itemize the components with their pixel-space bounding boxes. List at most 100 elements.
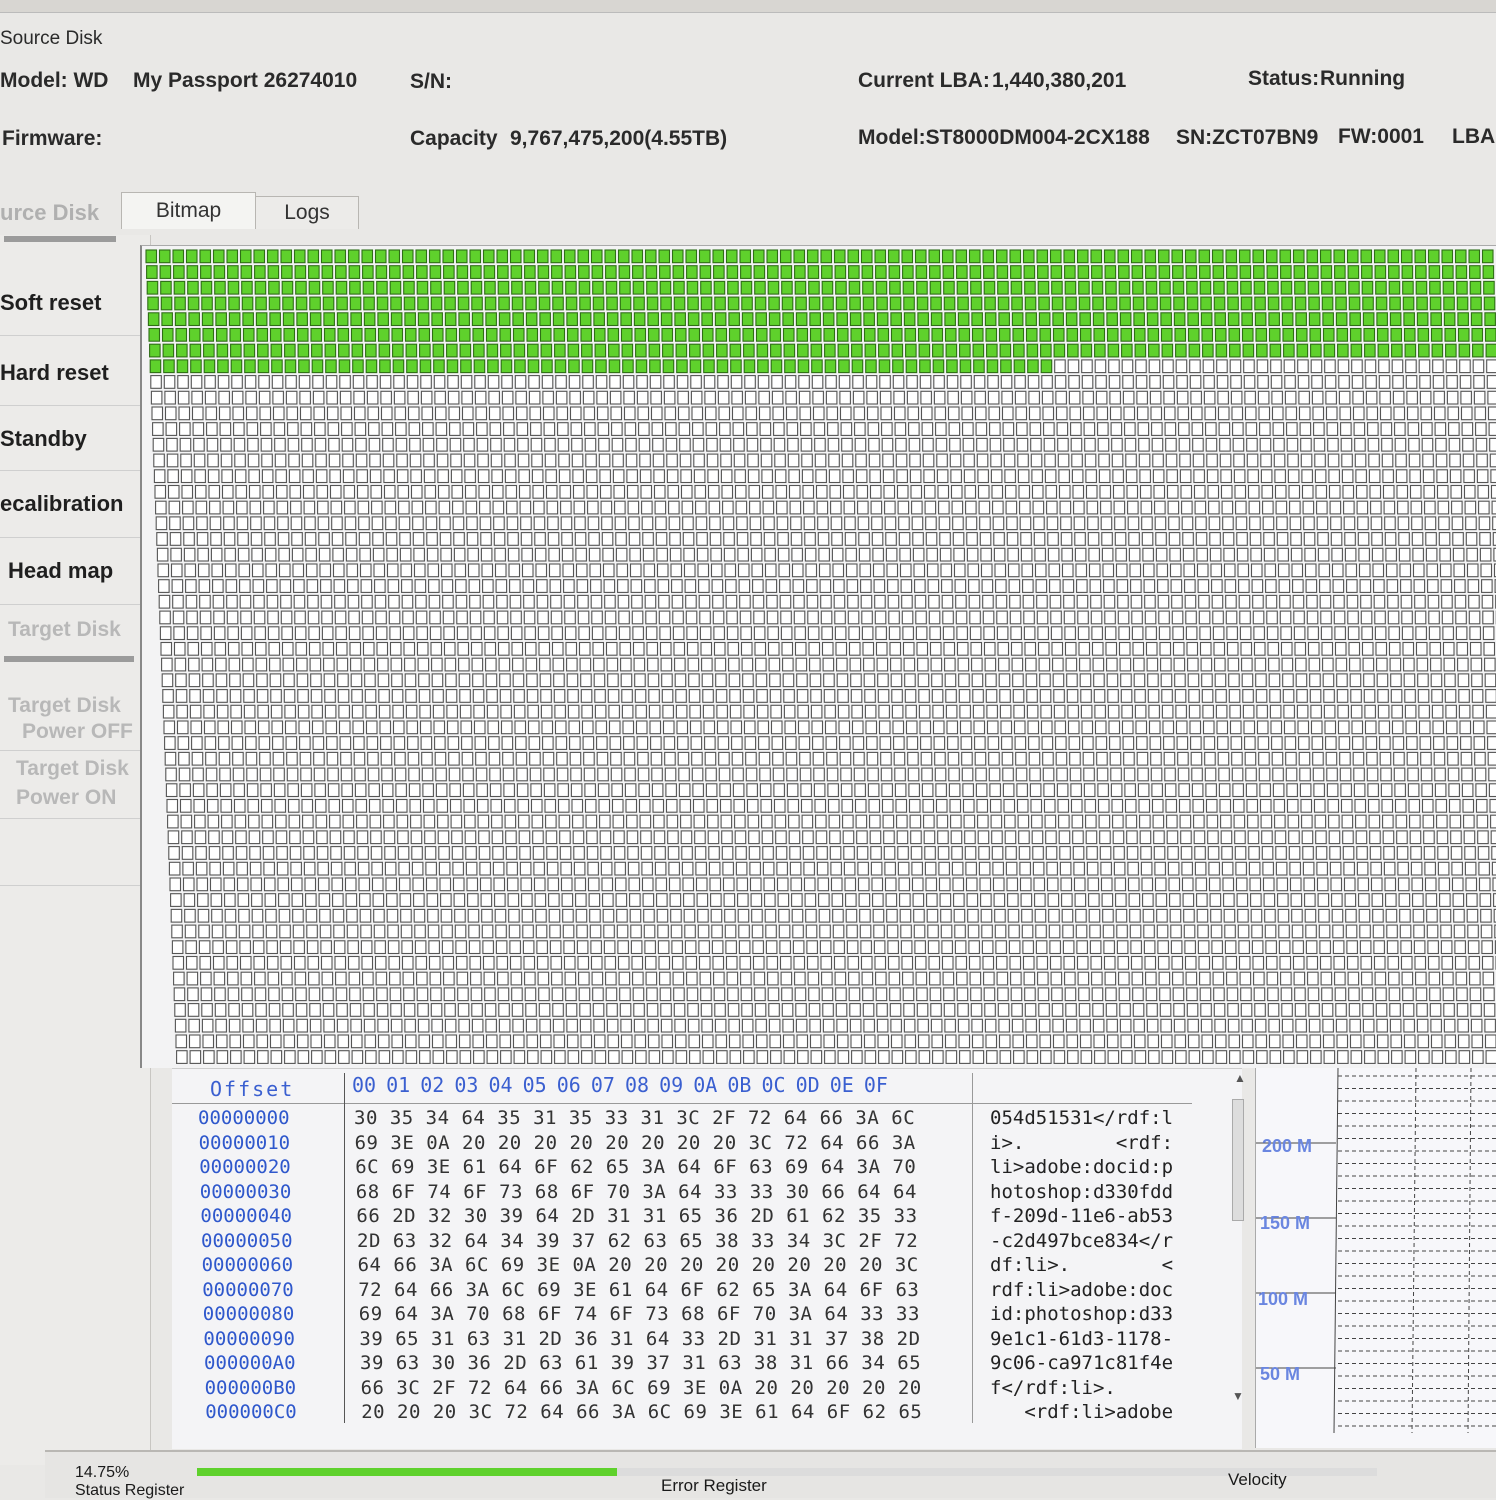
bitmap-block	[367, 721, 378, 734]
bitmap-block	[1484, 1004, 1495, 1017]
bitmap-block	[269, 1004, 280, 1017]
bitmap-block	[1076, 564, 1087, 577]
bitmap-block	[493, 862, 504, 875]
target-power-on-button-line1[interactable]: Target Disk	[16, 757, 156, 781]
bitmap-block	[541, 329, 552, 342]
bitmap-block	[1124, 768, 1135, 781]
target-power-on-button-line2[interactable]: Power ON	[16, 786, 156, 810]
bitmap-block	[1380, 752, 1391, 765]
tab-logs[interactable]: Logs	[255, 196, 359, 229]
bitmap-block	[550, 580, 561, 593]
bitmap-block	[1483, 627, 1494, 640]
bitmap-block	[1410, 470, 1421, 483]
bitmap-block	[282, 627, 293, 640]
bitmap-block	[753, 595, 764, 608]
bitmap-block	[891, 658, 902, 671]
target-power-off-button-line1[interactable]: Target Disk	[8, 694, 148, 718]
bitmap-block	[902, 611, 913, 624]
bitmap-block	[362, 595, 373, 608]
bitmap-block	[985, 1004, 996, 1017]
bitmap-block	[1011, 281, 1022, 294]
bitmap-block	[995, 925, 1006, 938]
bitmap-block	[415, 580, 426, 593]
bitmap-block	[750, 501, 761, 514]
bitmap-block	[889, 972, 900, 985]
bitmap-block	[1400, 925, 1411, 938]
bitmap-block	[1378, 329, 1389, 342]
bitmap-block	[1171, 925, 1182, 938]
bitmap-block	[881, 752, 892, 765]
bitmap-block	[238, 878, 249, 891]
bitmap-block	[567, 313, 578, 326]
bitmap-block	[778, 878, 789, 891]
bitmap-block	[188, 988, 199, 1001]
head-map-button[interactable]: Head map	[8, 558, 148, 584]
bitmap-block	[457, 627, 468, 640]
bitmap-block	[727, 972, 738, 985]
bitmap-block	[1186, 250, 1197, 263]
bitmap-block	[501, 344, 512, 357]
bitmap-block	[390, 266, 401, 279]
bitmap-block	[172, 941, 183, 954]
bitmap-block	[1356, 470, 1367, 483]
tab-bitmap[interactable]: Bitmap	[121, 192, 256, 229]
bitmap-block	[328, 768, 339, 781]
bitmap-block	[196, 847, 207, 860]
bitmap-block	[1193, 800, 1204, 813]
bitmap-block	[506, 486, 517, 499]
bitmap-block	[561, 862, 572, 875]
bitmap-block	[1053, 674, 1064, 687]
bitmap-block	[213, 580, 224, 593]
bitmap-block	[790, 486, 801, 499]
bitmap-block	[457, 957, 468, 970]
bitmap-block	[208, 470, 219, 483]
bitmap-block	[833, 925, 844, 938]
bitmap-block	[541, 705, 552, 718]
soft-reset-button[interactable]: Soft reset	[0, 290, 140, 316]
bitmap-block	[561, 501, 572, 514]
bitmap-block	[1326, 752, 1337, 765]
bitmap-block	[1210, 548, 1221, 561]
bitmap-block	[389, 611, 400, 624]
bitmap-block	[271, 329, 282, 342]
bitmap-block	[1134, 674, 1145, 687]
bitmap-block	[777, 517, 788, 530]
bitmap-block	[934, 391, 945, 404]
bitmap-block	[1237, 533, 1248, 546]
bitmap-block	[751, 533, 762, 546]
bitmap-block	[678, 752, 689, 765]
bitmap-block	[640, 815, 651, 828]
bitmap-block	[415, 941, 426, 954]
bitmap-block	[620, 281, 631, 294]
bitmap-block	[1247, 800, 1258, 813]
bitmap-block	[1187, 1004, 1198, 1017]
bitmap-block	[553, 313, 564, 326]
bitmap-block	[904, 658, 915, 671]
hard-reset-button[interactable]: Hard reset	[0, 360, 140, 386]
bitmap-block	[363, 972, 374, 985]
bitmap-block	[562, 533, 573, 546]
bitmap-block	[658, 925, 669, 938]
bitmap-block	[1041, 344, 1052, 357]
bitmap-block	[318, 501, 329, 514]
bitmap-block	[988, 391, 999, 404]
bitmap-block	[1485, 313, 1496, 326]
bitmap-block	[502, 737, 512, 750]
bitmap-block	[1060, 847, 1071, 860]
bitmap-block	[943, 250, 954, 263]
bitmap-block	[1402, 266, 1413, 279]
bitmap-block	[1046, 831, 1057, 844]
bitmap-block	[402, 941, 413, 954]
bitmap-block	[1318, 548, 1329, 561]
bitmap-block	[221, 800, 232, 813]
bitmap-block	[1362, 988, 1373, 1001]
bitmap-block	[755, 297, 766, 310]
bitmap-block	[578, 611, 589, 624]
bitmap-block	[937, 800, 948, 813]
bitmap-block	[531, 784, 542, 797]
recalibration-button[interactable]: ecalibration	[0, 491, 140, 517]
bitmap-block	[398, 847, 409, 860]
standby-button[interactable]: Standby	[0, 426, 140, 452]
bitmap-block	[368, 407, 379, 420]
bitmap-block	[1299, 737, 1310, 750]
